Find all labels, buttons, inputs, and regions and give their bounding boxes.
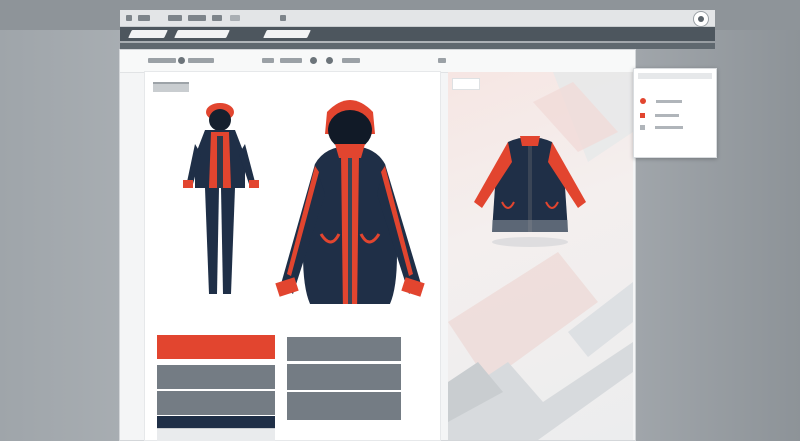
collar	[520, 136, 540, 146]
navigation-subbar	[120, 43, 715, 49]
left-leg	[205, 188, 219, 294]
popup-item-label	[655, 113, 679, 117]
design-canvas	[145, 72, 440, 441]
right-leg	[221, 188, 235, 294]
window-header	[120, 50, 635, 73]
circle-icon[interactable]	[178, 57, 185, 64]
toolbar-chip[interactable]	[168, 15, 182, 21]
option-button[interactable]	[157, 391, 275, 415]
option-button[interactable]	[157, 335, 275, 359]
option-button[interactable]	[157, 428, 275, 441]
color-swatch-icon	[640, 98, 646, 104]
circle-icon[interactable]	[310, 57, 317, 64]
popup-item[interactable]	[640, 111, 679, 119]
left-cuff	[275, 277, 299, 297]
nav-tab[interactable]	[174, 30, 230, 38]
header-label	[262, 58, 274, 63]
color-popup	[633, 68, 717, 158]
option-button[interactable]	[287, 337, 401, 361]
navigation-bar	[120, 27, 715, 41]
preview-panel	[448, 72, 633, 440]
designer-window	[120, 50, 635, 441]
option-button[interactable]	[157, 416, 275, 428]
popup-item-label	[655, 125, 683, 129]
circle-icon[interactable]	[326, 57, 333, 64]
toolbar-chip[interactable]	[280, 15, 286, 21]
browser-toolbar	[120, 10, 715, 27]
jacket-side-preview[interactable]	[468, 132, 608, 252]
zip-shape	[217, 136, 223, 188]
toolbar-chip[interactable]	[230, 15, 240, 21]
popup-item[interactable]	[640, 123, 683, 131]
option-button[interactable]	[287, 364, 401, 390]
toolbar-chip[interactable]	[138, 15, 150, 21]
panel-label	[153, 82, 189, 92]
gear-icon[interactable]	[693, 11, 709, 27]
right-cuff	[249, 180, 259, 188]
collar	[335, 144, 365, 158]
decorative-shapes	[448, 72, 633, 440]
option-button[interactable]	[287, 392, 401, 420]
nav-tab[interactable]	[128, 30, 168, 38]
jacket-preview[interactable]	[265, 94, 435, 304]
option-button[interactable]	[157, 365, 275, 389]
nav-tab[interactable]	[263, 30, 311, 38]
preview-label	[452, 78, 480, 90]
popup-item[interactable]	[640, 97, 682, 105]
zipper	[348, 150, 352, 304]
hem-band	[492, 220, 568, 232]
model-thumbnail[interactable]	[175, 96, 265, 306]
header-label	[342, 58, 360, 63]
left-cuff	[183, 180, 193, 188]
header-label	[280, 58, 302, 63]
popup-item-label	[656, 99, 682, 103]
head-shape	[209, 109, 231, 131]
color-swatch-icon	[640, 124, 645, 130]
right-cuff	[401, 277, 425, 297]
toolbar-chip[interactable]	[126, 15, 132, 21]
header-label	[148, 58, 176, 63]
toolbar-chip[interactable]	[212, 15, 222, 21]
header-label	[188, 58, 214, 63]
header-label	[438, 58, 446, 63]
shadow-shape	[492, 237, 568, 247]
color-swatch-icon	[640, 112, 645, 118]
toolbar-chip[interactable]	[188, 15, 206, 21]
popup-header	[638, 73, 712, 79]
zipper	[528, 146, 532, 232]
